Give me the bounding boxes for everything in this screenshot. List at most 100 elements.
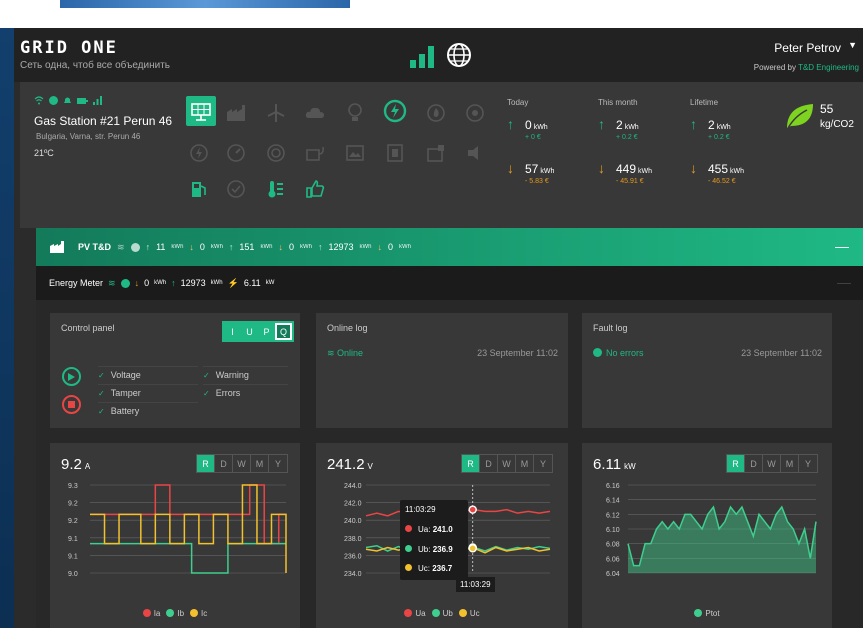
range-r[interactable]: R xyxy=(727,455,745,472)
globe-icon[interactable] xyxy=(446,42,472,68)
range-r[interactable]: R xyxy=(462,455,480,472)
mode-p[interactable]: P xyxy=(258,323,275,340)
arrow-down-icon: ↓ xyxy=(690,160,697,176)
y-tick-label: 9.1 xyxy=(68,553,78,560)
co2-saved: 55 kg/CO2 xyxy=(820,102,854,130)
check-icon: ✓ xyxy=(98,389,105,398)
check-circle-icon[interactable] xyxy=(223,176,249,202)
wind-turbine-icon[interactable] xyxy=(263,100,289,126)
crosshair-time-label: 11:03:29 xyxy=(456,577,495,592)
fuel-pump-icon[interactable] xyxy=(186,176,212,202)
picture-icon[interactable] xyxy=(342,140,368,166)
range-d[interactable]: D xyxy=(480,455,498,472)
station-summary: Gas Station #21 Perun 46 Bulgaria, Varna… xyxy=(20,82,863,228)
range-m[interactable]: M xyxy=(251,455,269,472)
today-label: Today xyxy=(507,98,529,107)
board-icon[interactable] xyxy=(382,140,408,166)
stop-button[interactable] xyxy=(62,395,81,414)
legend-ptot[interactable]: Ptot xyxy=(694,609,720,618)
collapse-icon[interactable]: — xyxy=(835,238,849,254)
plug-icon[interactable] xyxy=(302,140,328,166)
online-status: ≋ Online xyxy=(327,348,364,358)
meter-icon[interactable] xyxy=(186,140,212,166)
wifi-icon: ≋ xyxy=(108,277,116,288)
play-button[interactable] xyxy=(62,367,81,386)
thermometer-icon[interactable] xyxy=(263,176,289,202)
powered-by-link[interactable]: T&D Engineering xyxy=(798,63,859,72)
range-w[interactable]: W xyxy=(233,455,251,472)
pv-device-name: PV T&D xyxy=(78,242,112,252)
series-line-ib xyxy=(90,542,286,574)
check-warning: ✓ Warning xyxy=(203,366,288,380)
power-icon[interactable] xyxy=(382,98,408,124)
range-d[interactable]: D xyxy=(745,455,763,472)
range-y[interactable]: Y xyxy=(799,455,817,472)
tooltip-time: 11:03:29 xyxy=(405,505,436,514)
fan2-icon[interactable] xyxy=(263,140,289,166)
range-r[interactable]: R xyxy=(197,455,215,472)
pv-device-bar[interactable]: PV T&D ≋ ↑ 11 kWh ↓ 0 kWh ↑ 151 kWh ↓ 0 kWh ↑ 129… xyxy=(36,228,863,266)
check-battery: ✓ Battery xyxy=(98,402,198,416)
fault-status: No errors xyxy=(593,348,644,358)
lifetime-out: ↓ 455 kWh - 46.52 € xyxy=(690,160,745,185)
flame-icon[interactable] xyxy=(423,100,449,126)
y-tick-label: 6.16 xyxy=(606,483,620,490)
legend-uc[interactable]: Uc xyxy=(458,609,480,618)
current-chart[interactable]: 9.3 9.2 9.2 9.1 9.1 9.0 xyxy=(50,481,300,591)
user-menu[interactable]: Peter Petrov xyxy=(774,41,841,55)
mode-i[interactable]: I xyxy=(224,323,241,340)
legend-ib[interactable]: Ib xyxy=(166,609,184,618)
check-icon: ✓ xyxy=(98,371,105,380)
thumbs-up-icon[interactable] xyxy=(302,176,328,202)
chart-tooltip: 11:03:29 Ua: 241.0 Ub: 236.9 Uc: 236.7 xyxy=(400,500,468,580)
pv-panel-icon[interactable] xyxy=(186,96,216,126)
check-icon: ✓ xyxy=(203,371,210,380)
info-icon xyxy=(130,242,140,252)
speaker-icon[interactable] xyxy=(462,140,488,166)
range-y[interactable]: Y xyxy=(269,455,287,472)
bulb-icon[interactable] xyxy=(342,100,368,126)
legend-ua[interactable]: Ua xyxy=(404,609,426,618)
online-log-time: 23 September 11:02 xyxy=(477,348,558,358)
range-d[interactable]: D xyxy=(215,455,233,472)
y-tick-label: 9.2 xyxy=(68,518,78,525)
current-chart-panel: 9.2 A RDWMY 9.3 9.2 9.2 9.1 9.1 9.0 Ia Ib Ic xyxy=(50,443,300,628)
fault-log-title: Fault log xyxy=(593,323,628,333)
fan-icon[interactable] xyxy=(462,100,488,126)
lifetime-label: Lifetime xyxy=(690,98,719,107)
signal-bars-icon[interactable] xyxy=(410,46,434,68)
series-line-ic xyxy=(90,484,287,573)
legend-ia[interactable]: Ia xyxy=(142,609,160,618)
y-tick-label: 234.0 xyxy=(344,571,362,578)
signal-icon xyxy=(93,96,102,105)
arrow-up-icon: ↑ xyxy=(507,116,514,132)
range-y[interactable]: Y xyxy=(534,455,552,472)
app-logo[interactable]: GRID ONE xyxy=(20,38,118,58)
cloud-icon[interactable] xyxy=(302,100,328,126)
stats-month: This month ↑ 2 kWh + 0.2 € ↓ 449 kWh - 45.91… xyxy=(598,98,652,185)
range-m[interactable]: M xyxy=(781,455,799,472)
range-w[interactable]: W xyxy=(498,455,516,472)
gauge-icon[interactable] xyxy=(223,140,249,166)
legend-ub[interactable]: Ub xyxy=(431,609,453,618)
station-name[interactable]: Gas Station #21 Perun 46 xyxy=(34,114,172,128)
arrow-up-icon: ↑ xyxy=(690,116,697,132)
fault-log-panel: Fault log No errors 23 September 11:02 xyxy=(582,313,832,428)
power-chart[interactable]: 6.16 6.14 6.12 6.10 6.08 6.06 6.04 xyxy=(582,481,832,591)
legend-ic[interactable]: Ic xyxy=(190,609,207,618)
collapse-icon[interactable]: — xyxy=(837,274,851,290)
factory-icon[interactable] xyxy=(223,100,249,126)
range-w[interactable]: W xyxy=(763,455,781,472)
mode-u[interactable]: U xyxy=(241,323,258,340)
energy-meter-bar[interactable]: Energy Meter ≋ ↓ 0 kWh ↑ 12973 kWh ⚡ 6.11 kW — xyxy=(36,266,863,300)
power-value: 6.11 kW xyxy=(593,456,636,473)
month-in: ↑ 2 kWh + 0.2 € xyxy=(598,116,639,141)
station-status-icons xyxy=(34,96,102,105)
caret-down-icon[interactable]: ▼ xyxy=(848,40,857,50)
info-icon xyxy=(49,96,58,105)
range-m[interactable]: M xyxy=(516,455,534,472)
station-address: Bulgaria, Varna, str. Perun 46 xyxy=(36,132,141,141)
mode-q[interactable]: Q xyxy=(275,323,292,340)
app-window: GRID ONE Сеть одна, чтоб все объединить … xyxy=(14,28,863,628)
machine-icon[interactable] xyxy=(423,140,449,166)
